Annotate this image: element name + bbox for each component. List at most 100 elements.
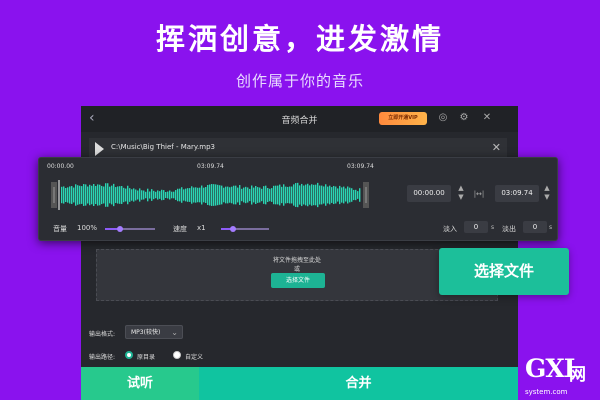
- waveform-bar: [157, 190, 159, 200]
- waveform-bar: [329, 185, 331, 205]
- vip-badge[interactable]: 立即开通VIP: [379, 112, 427, 125]
- waveform-bar: [207, 184, 209, 206]
- file-drop-zone[interactable]: 将文件拖拽至此处 或 选择文件: [96, 249, 498, 301]
- waveform-bar: [167, 191, 169, 199]
- waveform-bar: [159, 191, 161, 199]
- fade-in-input[interactable]: 0: [464, 221, 488, 233]
- waveform-bar: [281, 186, 283, 204]
- radio-custom-dir[interactable]: [173, 351, 181, 359]
- waveform-bar: [333, 185, 335, 205]
- waveform-bar: [155, 191, 157, 199]
- waveform-bar: [271, 188, 273, 202]
- waveform-bar: [313, 184, 315, 206]
- waveform-bar: [131, 189, 133, 201]
- speed-slider[interactable]: [221, 226, 269, 232]
- waveform-bar: [217, 184, 219, 206]
- waveform-bar: [341, 187, 343, 203]
- user-icon[interactable]: ◎: [437, 112, 449, 124]
- waveform-bar: [79, 185, 81, 205]
- start-time-stepper[interactable]: ▲ ▼: [457, 184, 465, 204]
- waveform-bar: [321, 185, 323, 205]
- audio-editor-panel: 00:00.00 03:09.74 03:09.74 00:00.00 ▲ ▼ |…: [38, 157, 558, 241]
- watermark-logo: GXI 网 system.com: [522, 354, 600, 400]
- speed-label: 速度: [173, 225, 187, 233]
- waveform-bar: [233, 185, 235, 205]
- waveform-bar: [229, 187, 231, 203]
- waveform-bar: [89, 184, 91, 206]
- waveform-bar: [195, 187, 197, 203]
- waveform-bar: [197, 187, 199, 203]
- fade-out-input[interactable]: 0: [523, 221, 547, 233]
- waveform-bar: [223, 187, 225, 203]
- waveform-bar: [113, 183, 115, 207]
- drop-hint-line2: 或: [293, 266, 300, 273]
- waveform-bar: [295, 183, 297, 207]
- waveform-bar: [107, 183, 109, 207]
- waveform-bar: [319, 185, 321, 205]
- waveform-bar: [73, 187, 75, 203]
- waveform-bar: [263, 186, 265, 204]
- waveform-bar: [353, 189, 355, 201]
- waveform-bar: [141, 190, 143, 200]
- preview-button[interactable]: 试听: [81, 367, 199, 400]
- radio-original-dir-label: 原目录: [137, 354, 156, 361]
- close-icon[interactable]: ✕: [481, 112, 493, 124]
- waveform[interactable]: [51, 178, 369, 212]
- output-format-select[interactable]: MP3(较快) ⌄: [125, 325, 183, 339]
- waveform-bar: [147, 188, 149, 202]
- waveform-bar: [215, 184, 217, 206]
- volume-value: 100%: [77, 224, 98, 232]
- waveform-bar: [111, 185, 113, 205]
- waveform-bar: [317, 182, 319, 208]
- timeline-start-mark: 00:00.00: [47, 163, 74, 170]
- gear-icon[interactable]: ⚙: [458, 112, 470, 124]
- waveform-bar: [199, 187, 201, 203]
- waveform-bar: [243, 187, 245, 203]
- waveform-bar: [219, 185, 221, 205]
- speed-slider-knob[interactable]: [230, 226, 236, 232]
- fade-in-unit: s: [491, 224, 495, 231]
- waveform-bar: [287, 186, 289, 204]
- waveform-bar: [181, 187, 183, 203]
- volume-slider[interactable]: [105, 226, 155, 232]
- file-path: C:\Music\Big Thief - Mary.mp3: [111, 143, 215, 151]
- waveform-bar: [279, 184, 281, 206]
- waveform-bar: [273, 185, 275, 205]
- select-file-button-small[interactable]: 选择文件: [271, 273, 325, 288]
- waveform-bar: [209, 184, 211, 206]
- play-icon[interactable]: [95, 142, 104, 156]
- waveform-bar: [173, 191, 175, 199]
- waveform-bar: [163, 190, 165, 200]
- waveform-bar: [67, 187, 69, 203]
- waveform-bar: [125, 188, 127, 202]
- volume-slider-knob[interactable]: [117, 226, 123, 232]
- waveform-bar: [357, 191, 359, 199]
- end-time-stepper[interactable]: ▲ ▼: [543, 184, 551, 204]
- waveform-bar: [227, 186, 229, 204]
- merge-button[interactable]: 合并: [199, 367, 518, 400]
- waveform-bar: [359, 188, 361, 202]
- start-time-input[interactable]: 00:00.00: [407, 185, 451, 202]
- waveform-bar: [201, 185, 203, 205]
- waveform-bar: [149, 191, 151, 199]
- waveform-bar: [335, 186, 337, 204]
- waveform-bar: [123, 187, 125, 203]
- hero-subtitle: 创作属于你的音乐: [235, 72, 364, 90]
- select-file-button[interactable]: 选择文件: [439, 248, 569, 295]
- output-format-value: MP3(较快): [131, 329, 161, 336]
- waveform-bar: [61, 186, 63, 204]
- link-icon[interactable]: |↔|: [471, 190, 487, 198]
- end-time-input[interactable]: 03:09.74: [495, 185, 539, 202]
- waveform-bar: [211, 184, 213, 206]
- waveform-bar: [169, 190, 171, 200]
- waveform-bar: [69, 186, 71, 204]
- waveform-bar: [221, 185, 223, 205]
- waveform-bar: [237, 187, 239, 203]
- close-icon[interactable]: ✕: [492, 141, 501, 154]
- waveform-bar: [99, 184, 101, 206]
- waveform-bar: [265, 185, 267, 205]
- radio-original-dir[interactable]: [125, 351, 133, 359]
- waveform-bar: [267, 187, 269, 203]
- waveform-bar: [153, 190, 155, 200]
- waveform-bar: [303, 185, 305, 205]
